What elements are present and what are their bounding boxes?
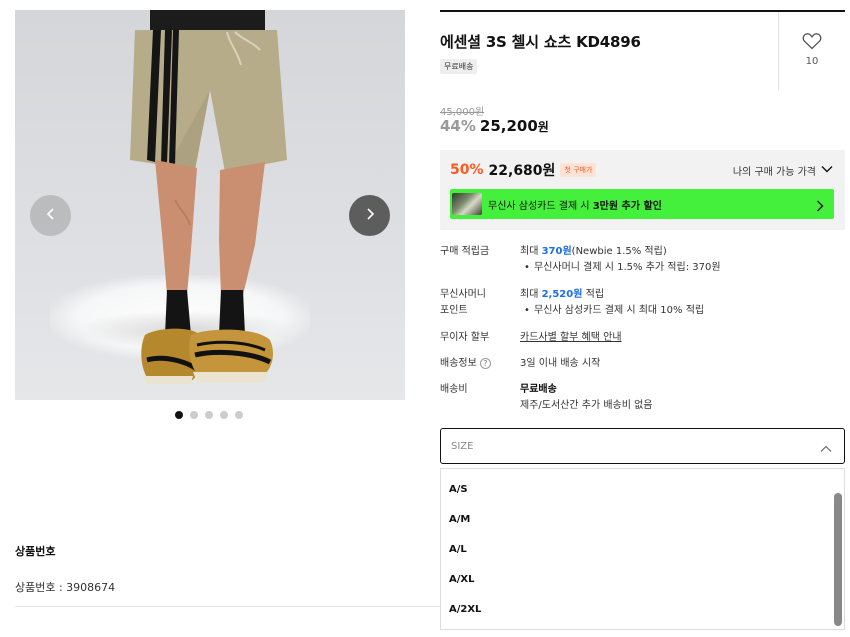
installment-link[interactable]: 카드사별 할부 혜택 안내 bbox=[520, 332, 622, 343]
gallery-prev-button[interactable] bbox=[30, 195, 71, 236]
info-label: 배송비 bbox=[440, 384, 468, 395]
discount-rate: 44% bbox=[440, 117, 476, 135]
pagination-dot[interactable] bbox=[175, 411, 183, 419]
info-label: 무이자 할부 bbox=[440, 332, 490, 343]
delivery-label: 배송정보 bbox=[440, 358, 477, 369]
first-purchase-badge: 첫 구매가 bbox=[560, 163, 597, 177]
points-prefix: 최대 bbox=[520, 246, 542, 257]
money-label-line2: 포인트 bbox=[440, 305, 468, 316]
my-discount-rate: 50% bbox=[450, 162, 484, 178]
money-sub: 무신사 삼성카드 결제 시 최대 10% 적립 bbox=[520, 303, 840, 319]
chevron-right-icon bbox=[363, 206, 377, 225]
free-shipping-badge: 무료배송 bbox=[440, 59, 478, 74]
size-option[interactable]: A/XL bbox=[441, 565, 831, 595]
info-value: 무료배송 제주/도서산간 추가 배송비 없음 bbox=[520, 382, 840, 414]
my-price-box: 50% 22,680원 첫 구매가 나의 구매 가능 가격 무신사 삼성카드 결… bbox=[440, 150, 845, 230]
product-number-section: 상품번호 상품번호 : 3908674 bbox=[15, 543, 455, 595]
product-number-value: 상품번호 : 3908674 bbox=[15, 581, 116, 594]
product-image-gallery[interactable] bbox=[15, 10, 405, 400]
size-option[interactable]: A/L bbox=[441, 535, 831, 565]
sale-price-row: 44% 25,200원 bbox=[440, 117, 549, 135]
sale-price-unit: 원 bbox=[537, 120, 549, 134]
product-number-title: 상품번호 bbox=[15, 545, 56, 558]
pagination-dot[interactable] bbox=[190, 411, 198, 419]
info-label: 무신사머니 포인트 bbox=[440, 287, 510, 319]
banner-text-prefix: 무신사 삼성카드 결제 시 bbox=[488, 200, 593, 212]
pagination-dot[interactable] bbox=[220, 411, 228, 419]
size-option[interactable]: A/2XL bbox=[441, 595, 831, 625]
chevron-left-icon bbox=[44, 206, 58, 225]
info-label: 구매 적립금 bbox=[440, 246, 490, 257]
money-suffix: 적립 bbox=[582, 289, 605, 300]
chevron-up-icon bbox=[820, 440, 832, 459]
money-prefix: 최대 bbox=[520, 289, 542, 300]
divider bbox=[15, 606, 445, 607]
info-value: 최대 2,520원 적립 무신사 삼성카드 결제 시 최대 10% 적립 bbox=[520, 287, 840, 319]
chevron-down-icon bbox=[821, 165, 833, 176]
banner-text: 무신사 삼성카드 결제 시 3만원 추가 할인 bbox=[488, 197, 662, 212]
gallery-next-button[interactable] bbox=[349, 195, 390, 236]
original-price: 45,000원 bbox=[440, 107, 485, 118]
chevron-right-icon bbox=[816, 197, 824, 216]
info-value: 카드사별 할부 혜택 안내 bbox=[520, 330, 840, 346]
heart-outline-icon bbox=[802, 33, 822, 54]
points-suffix: (Newbie 1.5% 적립) bbox=[571, 246, 667, 257]
sale-price-amount: 25,200 bbox=[479, 117, 538, 135]
like-count: 10 bbox=[805, 56, 819, 67]
my-price: 22,680원 bbox=[488, 163, 556, 179]
sale-price: 25,200원 bbox=[480, 117, 549, 135]
size-select-placeholder: SIZE bbox=[451, 440, 474, 452]
gallery-pagination bbox=[175, 411, 243, 419]
info-value: 최대 370원(Newbie 1.5% 적립) 무신사머니 결제 시 1.5% … bbox=[520, 244, 840, 276]
banner-text-bold: 3만원 추가 할인 bbox=[592, 200, 662, 212]
product-title: 에센셜 3S 첼시 쇼츠 KD4896 bbox=[440, 33, 641, 51]
pagination-dot[interactable] bbox=[205, 411, 213, 419]
shipping-value: 무료배송 bbox=[520, 384, 557, 395]
my-price-toggle-label: 나의 구매 가능 가격 bbox=[732, 167, 816, 178]
my-price-toggle[interactable]: 나의 구매 가능 가격 bbox=[733, 163, 833, 178]
size-select[interactable]: SIZE bbox=[440, 428, 845, 464]
delivery-value: 3일 이내 배송 시작 bbox=[520, 358, 601, 369]
size-option[interactable]: A/S bbox=[441, 475, 831, 505]
shipping-sub: 제주/도서산간 추가 배송비 없음 bbox=[520, 400, 653, 411]
pagination-dot[interactable] bbox=[235, 411, 243, 419]
top-divider bbox=[440, 10, 845, 12]
card-discount-banner[interactable]: 무신사 삼성카드 결제 시 3만원 추가 할인 bbox=[450, 189, 834, 219]
size-dropdown[interactable]: A/S A/M A/L A/XL A/2XL bbox=[440, 468, 845, 630]
points-amount: 370원 bbox=[541, 246, 572, 257]
my-price-row: 50% 22,680원 첫 구매가 bbox=[450, 160, 597, 180]
like-button[interactable]: 10 bbox=[794, 32, 830, 67]
points-sub: 무신사머니 결제 시 1.5% 추가 적립: 370원 bbox=[520, 260, 840, 276]
question-circle-icon[interactable]: ? bbox=[479, 358, 491, 369]
size-option[interactable]: A/M bbox=[441, 505, 831, 535]
money-amount: 2,520원 bbox=[541, 289, 583, 300]
info-label: 배송정보? bbox=[440, 356, 510, 372]
card-image bbox=[452, 193, 482, 215]
dropdown-scrollbar[interactable] bbox=[834, 493, 842, 626]
vertical-divider bbox=[778, 12, 779, 90]
product-image bbox=[130, 10, 287, 384]
money-label-line1: 무신사머니 bbox=[440, 289, 486, 300]
